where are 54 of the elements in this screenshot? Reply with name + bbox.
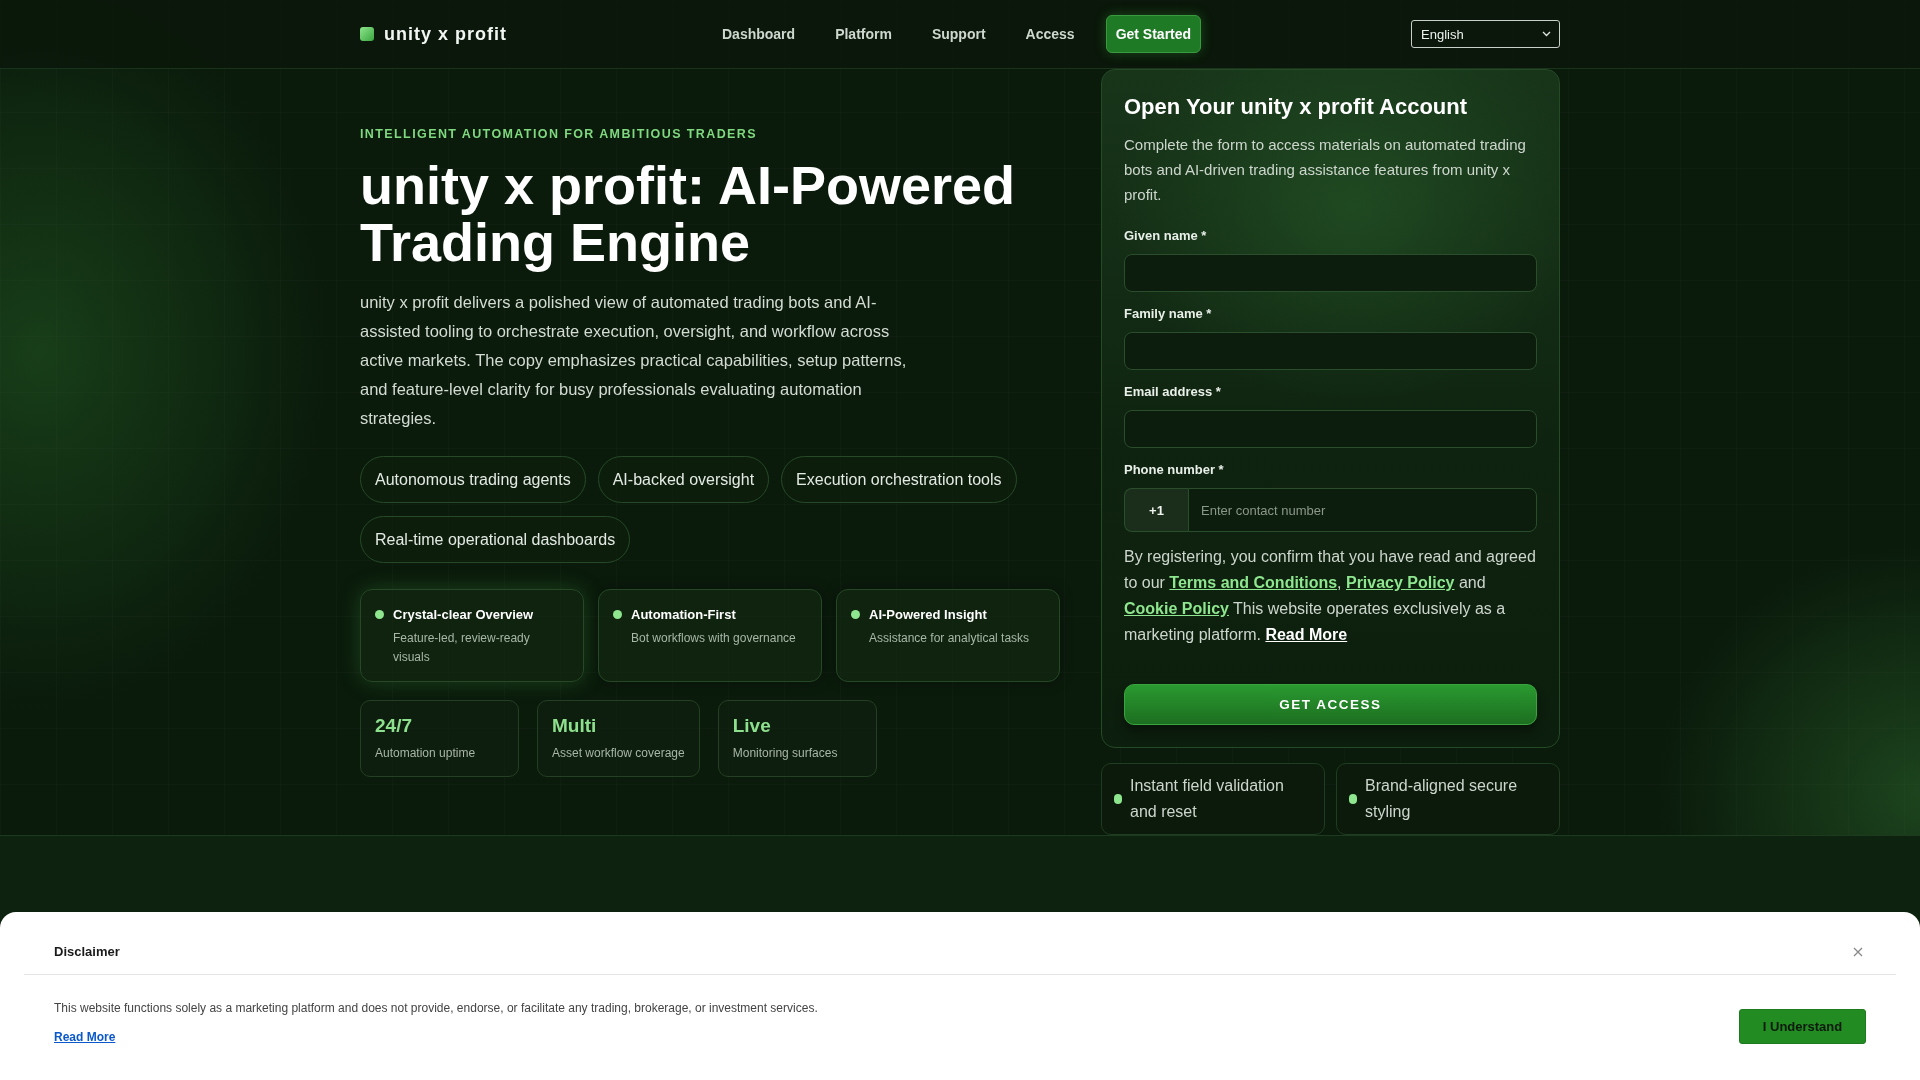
feature-text: Bot workflows with governance <box>631 630 796 647</box>
dot-icon <box>851 610 860 619</box>
phone-input[interactable]: Enter contact number <box>1188 488 1537 532</box>
stat-label: Monitoring surfaces <box>732 745 839 761</box>
stat-value: Multi <box>552 715 598 737</box>
form-description: Complete the form to access materials on automated trading bots and AI-driven trading assistance features from unity x profit. <box>1124 135 1527 205</box>
field-label: Family name * <box>1124 306 1213 322</box>
nav-link[interactable]: Dashboard <box>722 18 796 50</box>
eyebrow-text: INTELLIGENT AUTOMATION FOR AMBITIOUS TRADERS <box>360 126 758 142</box>
note-text: Brand-aligned secure styling <box>1365 776 1519 822</box>
input-field[interactable] <box>1124 332 1537 370</box>
stat-value: Live <box>732 715 772 737</box>
field-label: Phone number * <box>1124 462 1225 478</box>
note-text: Instant field validation and reset <box>1130 776 1285 822</box>
policy-link[interactable]: Cookie Policy <box>1124 600 1229 617</box>
read-more-link[interactable]: Read More <box>1265 626 1348 643</box>
get-started-button[interactable]: Get Started <box>1105 15 1202 53</box>
dot-icon <box>613 610 622 619</box>
feature-title: Crystal-clear Overview <box>393 606 535 623</box>
field-label: Email address * <box>1124 384 1222 400</box>
dot-icon <box>375 610 384 619</box>
disclaimer-title: Disclaimer <box>54 944 120 960</box>
read-more-link[interactable]: Read More <box>54 1030 116 1044</box>
feature-tag: AI-backed oversight <box>597 456 770 503</box>
country-code: +1 <box>1124 488 1188 532</box>
feature-text: Assistance for analytical tasks <box>869 630 1030 647</box>
stat-label: Automation uptime <box>375 745 477 761</box>
input-field[interactable] <box>1124 254 1537 292</box>
understand-button[interactable]: I Understand <box>1739 1009 1866 1044</box>
chevron-down-icon <box>1542 31 1551 37</box>
feature-text: Feature-led, review-ready visuals <box>393 630 531 666</box>
feature-title: Automation-First <box>631 606 737 623</box>
input-field[interactable] <box>1124 410 1537 448</box>
nav-link[interactable]: Access <box>1025 18 1075 50</box>
policy-link[interactable]: Privacy Policy <box>1345 574 1455 591</box>
feature-tag: Execution orchestration tools <box>781 456 1017 503</box>
logo-icon <box>360 27 374 41</box>
logo-text[interactable]: unity x profit <box>384 23 507 45</box>
form-title: Open Your unity x profit Account <box>1124 94 1469 120</box>
close-icon <box>1853 947 1863 957</box>
feature-tag: Real-time operational dashboards <box>360 516 631 563</box>
field-label: Given name * <box>1124 228 1208 244</box>
nav-link[interactable]: Support <box>931 18 986 50</box>
feature-title: AI-Powered Insight <box>869 606 988 623</box>
consent-text: By registering, you confirm that you have read and agreed to our Terms and Conditions, Privacy Policy and Cookie Policy This website operates exclusively as a marketing platform. Read More <box>1124 547 1537 645</box>
hero-description: unity x profit delivers a polished view of automated trading bots and AI-assisted tooling to orchestrate execution, oversight, and workflow across active markets. The copy emphasizes practical capabilities, setup patterns, and feature-level clarity for busy professionals evaluating automation strategies. <box>360 292 908 429</box>
language-select[interactable]: English <box>1411 20 1560 48</box>
get-access-button[interactable]: GET ACCESS <box>1124 684 1537 725</box>
hero-title: unity x profit: AI-Powered Trading Engine <box>360 157 1016 271</box>
stat-value: 24/7 <box>375 715 413 737</box>
disclaimer-text: This website functions solely as a marketing platform and does not provide, endorse, or facilitate any trading, brokerage, or investment services. <box>54 1000 818 1016</box>
nav-link[interactable]: Platform <box>835 18 892 50</box>
feature-tag: Autonomous trading agents <box>360 456 586 503</box>
stat-label: Asset workflow coverage <box>552 745 685 761</box>
